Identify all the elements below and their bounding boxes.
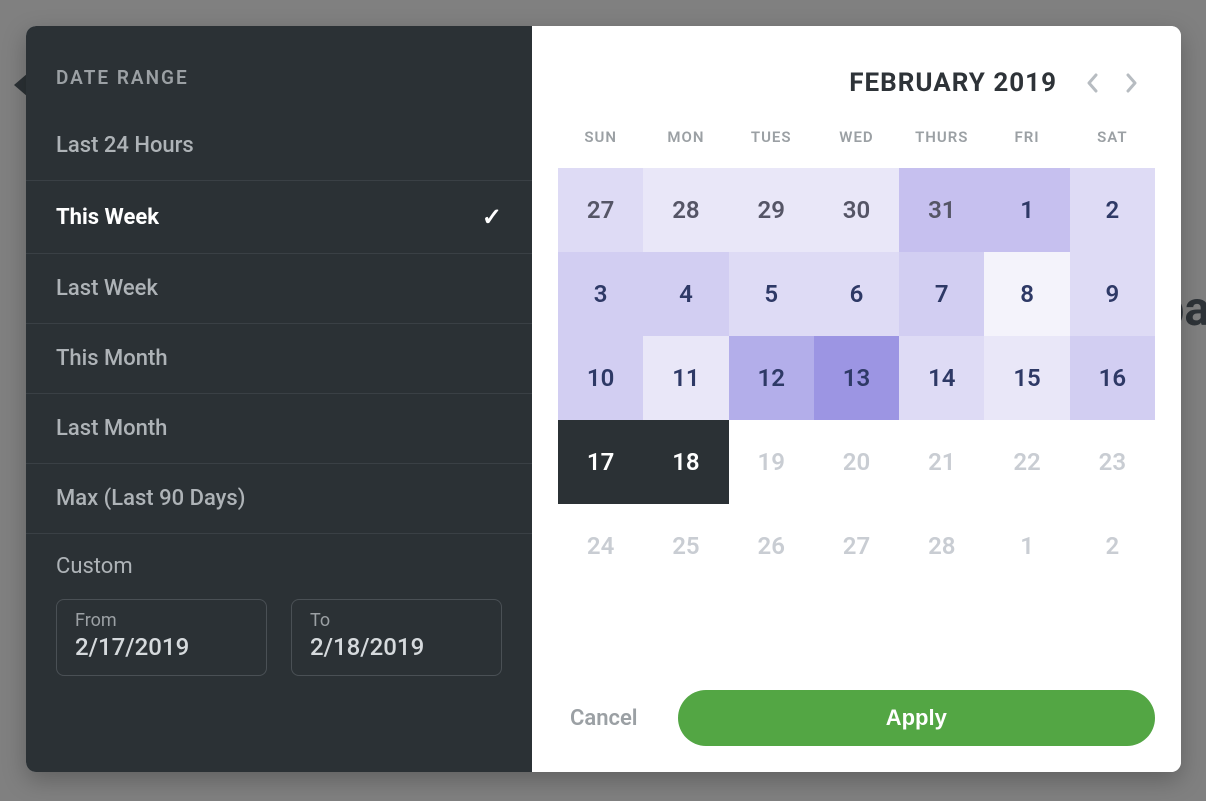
calendar-day[interactable]: 24 <box>558 504 643 588</box>
calendar-day[interactable]: 8 <box>984 252 1069 336</box>
from-date-input[interactable]: From 2/17/2019 <box>56 599 267 676</box>
calendar-day[interactable]: 31 <box>899 168 984 252</box>
calendar-day[interactable]: 5 <box>729 252 814 336</box>
apply-button[interactable]: Apply <box>678 690 1155 746</box>
sidebar-item-label: This Week <box>56 205 159 230</box>
next-month-button[interactable] <box>1117 68 1147 98</box>
calendar-pane: FEBRUARY 2019 SUNMONTUESWEDTHURSFRISAT 2… <box>532 26 1181 772</box>
calendar-dow: SUN <box>558 128 643 164</box>
calendar-month-title: FEBRUARY 2019 <box>849 68 1057 98</box>
sidebar-item-label: Last 24 Hours <box>56 133 194 158</box>
date-range-panel: DATE RANGE Last 24 Hours This Week ✓ Last W… <box>26 26 1181 772</box>
from-label: From <box>75 610 248 631</box>
calendar-day[interactable]: 2 <box>1070 168 1155 252</box>
calendar-dow: FRI <box>984 128 1069 164</box>
calendar-day[interactable]: 25 <box>643 504 728 588</box>
calendar-day[interactable]: 18 <box>643 420 728 504</box>
calendar-day[interactable]: 20 <box>814 420 899 504</box>
calendar-dow: WED <box>814 128 899 164</box>
sidebar-item-range[interactable]: Max (Last 90 Days) <box>26 464 532 534</box>
calendar-day[interactable]: 28 <box>899 504 984 588</box>
calendar-day[interactable]: 1 <box>984 504 1069 588</box>
sidebar-item-label: Last Week <box>56 276 158 301</box>
sidebar-item-range[interactable]: This Week ✓ <box>26 181 532 254</box>
calendar-day[interactable]: 28 <box>643 168 728 252</box>
sidebar-title: DATE RANGE <box>26 26 532 111</box>
custom-range-section: Custom From 2/17/2019 To 2/18/2019 <box>26 534 532 676</box>
calendar-day[interactable]: 23 <box>1070 420 1155 504</box>
calendar-day[interactable]: 1 <box>984 168 1069 252</box>
calendar-day[interactable]: 11 <box>643 336 728 420</box>
chevron-left-icon <box>1086 73 1098 93</box>
calendar-day[interactable]: 26 <box>729 504 814 588</box>
calendar-dow: TUES <box>729 128 814 164</box>
to-date-input[interactable]: To 2/18/2019 <box>291 599 502 676</box>
calendar-day[interactable]: 21 <box>899 420 984 504</box>
sidebar-item-range[interactable]: Last 24 Hours <box>26 111 532 181</box>
calendar-day[interactable]: 10 <box>558 336 643 420</box>
calendar-day[interactable]: 12 <box>729 336 814 420</box>
cancel-button[interactable]: Cancel <box>558 692 650 745</box>
calendar-day[interactable]: 22 <box>984 420 1069 504</box>
calendar-header: FEBRUARY 2019 <box>558 26 1155 128</box>
calendar-day[interactable]: 2 <box>1070 504 1155 588</box>
date-range-sidebar: DATE RANGE Last 24 Hours This Week ✓ Last W… <box>26 26 532 772</box>
calendar-footer: Cancel Apply <box>558 680 1155 746</box>
calendar-day[interactable]: 17 <box>558 420 643 504</box>
check-icon: ✓ <box>482 203 502 231</box>
calendar-day[interactable]: 14 <box>899 336 984 420</box>
calendar-day[interactable]: 19 <box>729 420 814 504</box>
sidebar-item-label: Last Month <box>56 416 167 441</box>
calendar-dow: THURS <box>899 128 984 164</box>
from-value: 2/17/2019 <box>75 633 248 661</box>
chevron-right-icon <box>1126 73 1138 93</box>
calendar-dow: MON <box>643 128 728 164</box>
to-label: To <box>310 610 483 631</box>
to-value: 2/18/2019 <box>310 633 483 661</box>
calendar-day[interactable]: 9 <box>1070 252 1155 336</box>
calendar-dow: SAT <box>1070 128 1155 164</box>
calendar-day[interactable]: 7 <box>899 252 984 336</box>
sidebar-item-label: This Month <box>56 346 168 371</box>
custom-title: Custom <box>56 554 502 579</box>
calendar-day[interactable]: 4 <box>643 252 728 336</box>
calendar-day[interactable]: 6 <box>814 252 899 336</box>
sidebar-item-label: Max (Last 90 Days) <box>56 486 245 511</box>
prev-month-button[interactable] <box>1077 68 1107 98</box>
sidebar-item-range[interactable]: Last Month <box>26 394 532 464</box>
sidebar-item-range[interactable]: This Month <box>26 324 532 394</box>
sidebar-item-range[interactable]: Last Week <box>26 254 532 324</box>
calendar-day[interactable]: 13 <box>814 336 899 420</box>
calendar-day[interactable]: 27 <box>814 504 899 588</box>
calendar-day[interactable]: 16 <box>1070 336 1155 420</box>
calendar-day[interactable]: 29 <box>729 168 814 252</box>
calendar-day[interactable]: 15 <box>984 336 1069 420</box>
calendar-day[interactable]: 3 <box>558 252 643 336</box>
calendar-day[interactable]: 27 <box>558 168 643 252</box>
calendar-day[interactable]: 30 <box>814 168 899 252</box>
